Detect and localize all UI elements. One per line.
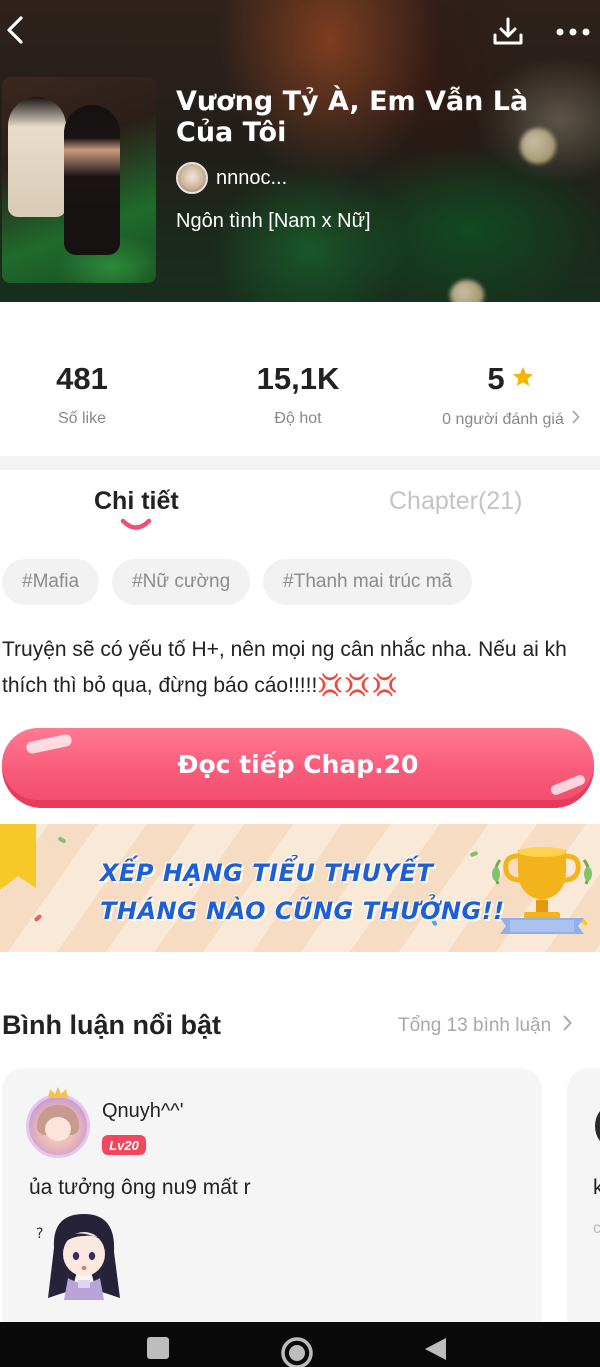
tag-item[interactable]: #Mafia (2, 559, 100, 605)
more-icon (555, 27, 591, 37)
banner-line2: THÁNG NÀO CŨNG THƯỞNG!! (100, 897, 505, 925)
book-title: Vương Tỷ À, Em Vẫn Là Của Tôi (176, 86, 529, 148)
author-name: nnnoc... (216, 166, 288, 189)
tag-list: #Mafia #Nữ cường #Thanh mai trúc mã (2, 559, 485, 605)
comments-total-label: Tổng 13 bình luận (398, 1015, 552, 1036)
system-nav-bar (0, 1322, 600, 1367)
stat-rating[interactable]: 5 0 người đánh giá (436, 362, 586, 429)
comment-text: k (593, 1176, 600, 1199)
likes-value: 481 (56, 361, 108, 396)
comment-text: ủa tưởng ông nu9 mất r (29, 1176, 251, 1199)
book-cover[interactable] (2, 77, 156, 283)
tab-chapter[interactable]: Chapter(21) (389, 486, 522, 516)
star-icon (505, 362, 535, 396)
book-header: Vương Tỷ À, Em Vẫn Là Của Tôi nnnoc... N… (0, 0, 600, 302)
cover-figure (64, 105, 120, 255)
confetti (57, 836, 67, 844)
tab-indicator (120, 516, 152, 539)
hot-label: Độ hot (274, 410, 322, 427)
author-avatar (176, 162, 208, 194)
download-button[interactable] (488, 12, 528, 52)
banner-text: XẾP HẠNG TIỂU THUYẾT THÁNG NÀO CŨNG THƯỞ… (100, 854, 505, 930)
continue-reading-label: Đọc tiếp Chap.20 (177, 749, 419, 779)
continue-reading-button[interactable]: Đọc tiếp Chap.20 (2, 728, 594, 808)
hot-value: 15,1K (256, 361, 340, 396)
book-genre: Ngôn tình [Nam x Nữ] (176, 210, 371, 232)
user-avatar[interactable] (595, 1106, 600, 1146)
avatar-face (45, 1117, 71, 1141)
back-button[interactable] (0, 12, 30, 48)
tab-detail[interactable]: Chi tiết (94, 486, 179, 516)
comment-card[interactable]: k c (567, 1068, 600, 1338)
download-icon (491, 15, 525, 49)
description-text: Truyện sẽ có yếu tố H+, nên mọi ng cân n… (2, 638, 567, 697)
comment-meta: c (593, 1220, 600, 1237)
book-description: Truyện sẽ có yếu tố H+, nên mọi ng cân n… (2, 632, 598, 704)
banner-line1: XẾP HẠNG TIỂU THUYẾT (100, 859, 434, 887)
author-row[interactable]: nnnoc... (176, 162, 287, 194)
confetti (33, 913, 43, 923)
more-button[interactable] (553, 16, 593, 48)
anger-emoji: 💢💢💢 (317, 674, 399, 697)
rating-label: 0 người đánh giá (442, 410, 564, 428)
chevron-left-icon (5, 15, 25, 45)
tag-item[interactable]: #Thanh mai trúc mã (263, 559, 473, 605)
stat-likes: 481 Số like (32, 362, 132, 428)
tag-item[interactable]: #Nữ cường (112, 559, 251, 605)
anime-sticker-icon: ? (36, 1214, 120, 1300)
crown-icon (48, 1087, 68, 1098)
square-icon (146, 1336, 170, 1365)
rating-value: 5 (487, 361, 505, 396)
trophy-icon (492, 847, 592, 934)
recent-apps-button[interactable] (146, 1336, 170, 1365)
triangle-back-icon (422, 1336, 448, 1367)
stats-bar: 481 Số like 15,1K Độ hot 5 0 người đánh … (0, 302, 600, 456)
system-back-button[interactable] (422, 1336, 448, 1367)
chevron-right-icon (564, 410, 580, 429)
chevron-right-icon (551, 1015, 573, 1037)
home-button[interactable] (280, 1336, 314, 1367)
ranking-banner[interactable]: XẾP HẠNG TIỂU THUYẾT THÁNG NÀO CŨNG THƯỞ… (0, 824, 600, 952)
ribbon-icon (0, 824, 36, 890)
stat-hot: 15,1K Độ hot (228, 362, 368, 428)
level-badge: Lv20 (102, 1135, 146, 1155)
likes-label: Số like (57, 410, 107, 427)
user-avatar[interactable] (26, 1094, 90, 1158)
svg-text:?: ? (36, 1226, 43, 1242)
section-divider (0, 456, 600, 470)
cover-figure (8, 97, 66, 217)
comment-username[interactable]: Qnuyh^^' (102, 1100, 184, 1123)
comments-title: Bình luận nổi bật (2, 1010, 221, 1040)
comment-card[interactable]: Qnuyh^^' Lv20 ủa tưởng ông nu9 mất r ? (2, 1068, 542, 1338)
circle-icon (280, 1336, 314, 1367)
comments-total-link[interactable]: Tổng 13 bình luận (398, 1015, 573, 1037)
